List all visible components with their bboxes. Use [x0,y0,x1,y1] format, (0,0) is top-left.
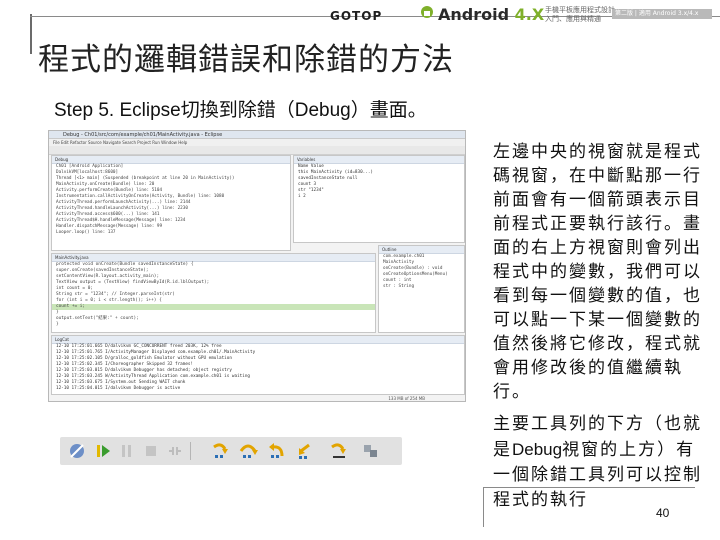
logcat-view: LogCat 12-10 17:25:01.665 D/dalvikvm GC_… [51,335,465,395]
logcat-list: 12-10 17:25:01.665 D/dalvikvm GC_CONCURR… [52,344,464,392]
main-toolbar [49,146,465,155]
brand-main: Android [438,5,515,24]
slide-title: 程式的邏輯錯誤和除錯的方法 [38,42,454,78]
outline-item[interactable]: str : String [379,284,464,290]
outline-view: Outline com.example.ch01 MainActivity onCr… [378,245,465,333]
variables-view: Variables Name Value this MainActivity (i… [293,155,465,243]
status-memory: 133 MB of 254 MB [388,396,425,401]
resume-icon[interactable] [92,440,114,462]
page-number: 40 [656,506,670,520]
debug-view-tab: Debug [52,156,290,164]
code-line[interactable]: } [52,322,375,328]
variable-row[interactable]: i 2 [294,194,464,200]
debug-stack-list: Ch01 [Android Application] DalvikVM[local… [52,164,290,236]
skip-breakpoints-icon[interactable] [66,440,88,462]
brand-subtitle: 手機平板應用程式設計 入門、應用與精通 [545,6,615,24]
use-step-filters-icon[interactable] [328,440,350,462]
toolbar-description: 主要工具列的下方（也就是Debug視窗的上方）有一個除錯工具列可以控制程式的執行 [493,412,713,513]
outline-view-tab: Outline [379,246,464,254]
step-over-icon[interactable] [238,440,260,462]
outline-list: com.example.ch01 MainActivity onCreate(Bun… [379,254,464,290]
header-vertical-rule [30,14,32,54]
logcat-row[interactable]: 12-10 17:25:04.015 I/dalvikvm Debugger i… [52,386,464,392]
brand-subtitle-line-1: 手機平板應用程式設計 [545,6,615,14]
drop-to-frame-icon[interactable] [294,440,316,462]
code-editor-tab: MainActivity.java [52,254,375,262]
brand-version: 4.X [514,5,545,24]
brand-subtitle-line-2: 入門、應用與精通 [545,15,601,23]
brand-badge: 第二版 | 適用 Android 3.x/4.x [612,9,712,19]
step-into-icon[interactable] [210,440,232,462]
menu-bar: File Edit Refactor Source Navigate Searc… [49,139,465,146]
book-brand: Android 4.X [438,5,544,24]
variables-view-tab: Variables [294,156,464,164]
debug-view: Debug Ch01 [Android Application] DalvikVM… [51,155,291,251]
description-paragraph: 左邊中央的視窗就是程式碼視窗，在中斷點那一行前面會有一個箭頭表示目前程式正要執行… [493,142,702,402]
code-editor: MainActivity.java protected void onCreat… [51,253,376,333]
publisher-logo: GOTOP [330,9,383,23]
suspend-icon[interactable] [116,440,138,462]
footer-horizontal-rule [483,487,695,488]
debug-toolbar [60,437,402,465]
footer-vertical-rule [483,487,484,527]
toolbar-separator [190,442,191,460]
variables-list: Name Value this MainActivity (id=830...) s… [294,164,464,200]
code-lines: protected void onCreate(Bundle savedInst… [52,262,375,328]
eclipse-debug-screenshot: Debug - Ch01/src/com/example/ch01/MainAc… [48,130,466,402]
window-title-bar: Debug - Ch01/src/com/example/ch01/MainAc… [49,131,465,139]
step-heading: Step 5. Eclipse切換到除錯（Debug）畫面。 [54,100,427,121]
logcat-view-tab: LogCat [52,336,464,344]
android-robot-icon [421,6,433,18]
debug-stack-item[interactable]: Looper.loop() line: 137 [52,230,290,236]
step-return-icon[interactable] [266,440,288,462]
more-actions-icon[interactable] [360,440,382,462]
terminate-icon[interactable] [140,440,162,462]
toolbar-description-b: Debug [512,440,563,459]
disconnect-icon[interactable] [164,440,186,462]
